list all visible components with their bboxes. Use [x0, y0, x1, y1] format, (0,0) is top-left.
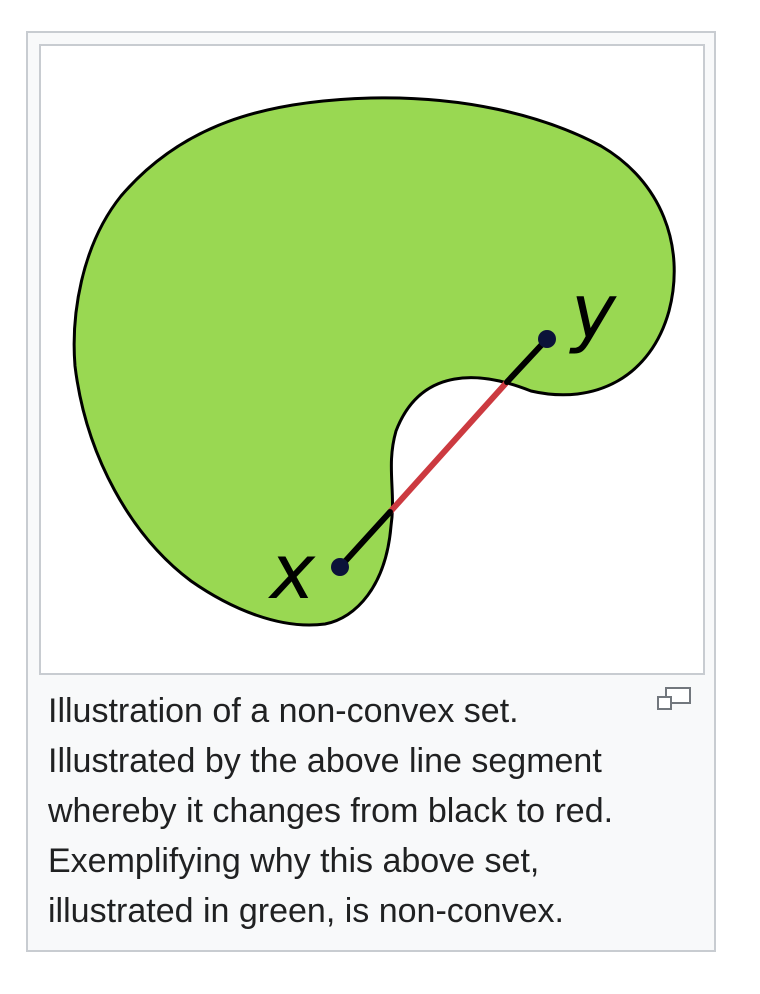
caption-line: Illustration of a non-convex set.: [48, 692, 519, 730]
point-x-label: x: [268, 527, 316, 616]
caption-line: Illustrated by the above line segment: [48, 742, 602, 780]
caption-line: whereby it changes from black to red.: [48, 792, 614, 830]
image-thumbnail-box: x y Illustration of a non-convex set. Il…: [26, 31, 716, 952]
non-convex-set-diagram: x y: [72, 96, 676, 627]
figure-image[interactable]: x y: [39, 44, 705, 675]
point-x: [331, 558, 349, 576]
magnify-clip-icon: [657, 687, 691, 710]
point-y: [538, 330, 556, 348]
enlarge-button[interactable]: [656, 686, 692, 712]
figure-caption: Illustration of a non-convex set. Illust…: [48, 686, 688, 936]
point-y-label: y: [569, 267, 617, 356]
caption-line: illustrated in green, is non-convex.: [48, 892, 564, 930]
caption-line: Exemplifying why this above set,: [48, 842, 540, 880]
non-convex-set-shape: [72, 96, 676, 627]
